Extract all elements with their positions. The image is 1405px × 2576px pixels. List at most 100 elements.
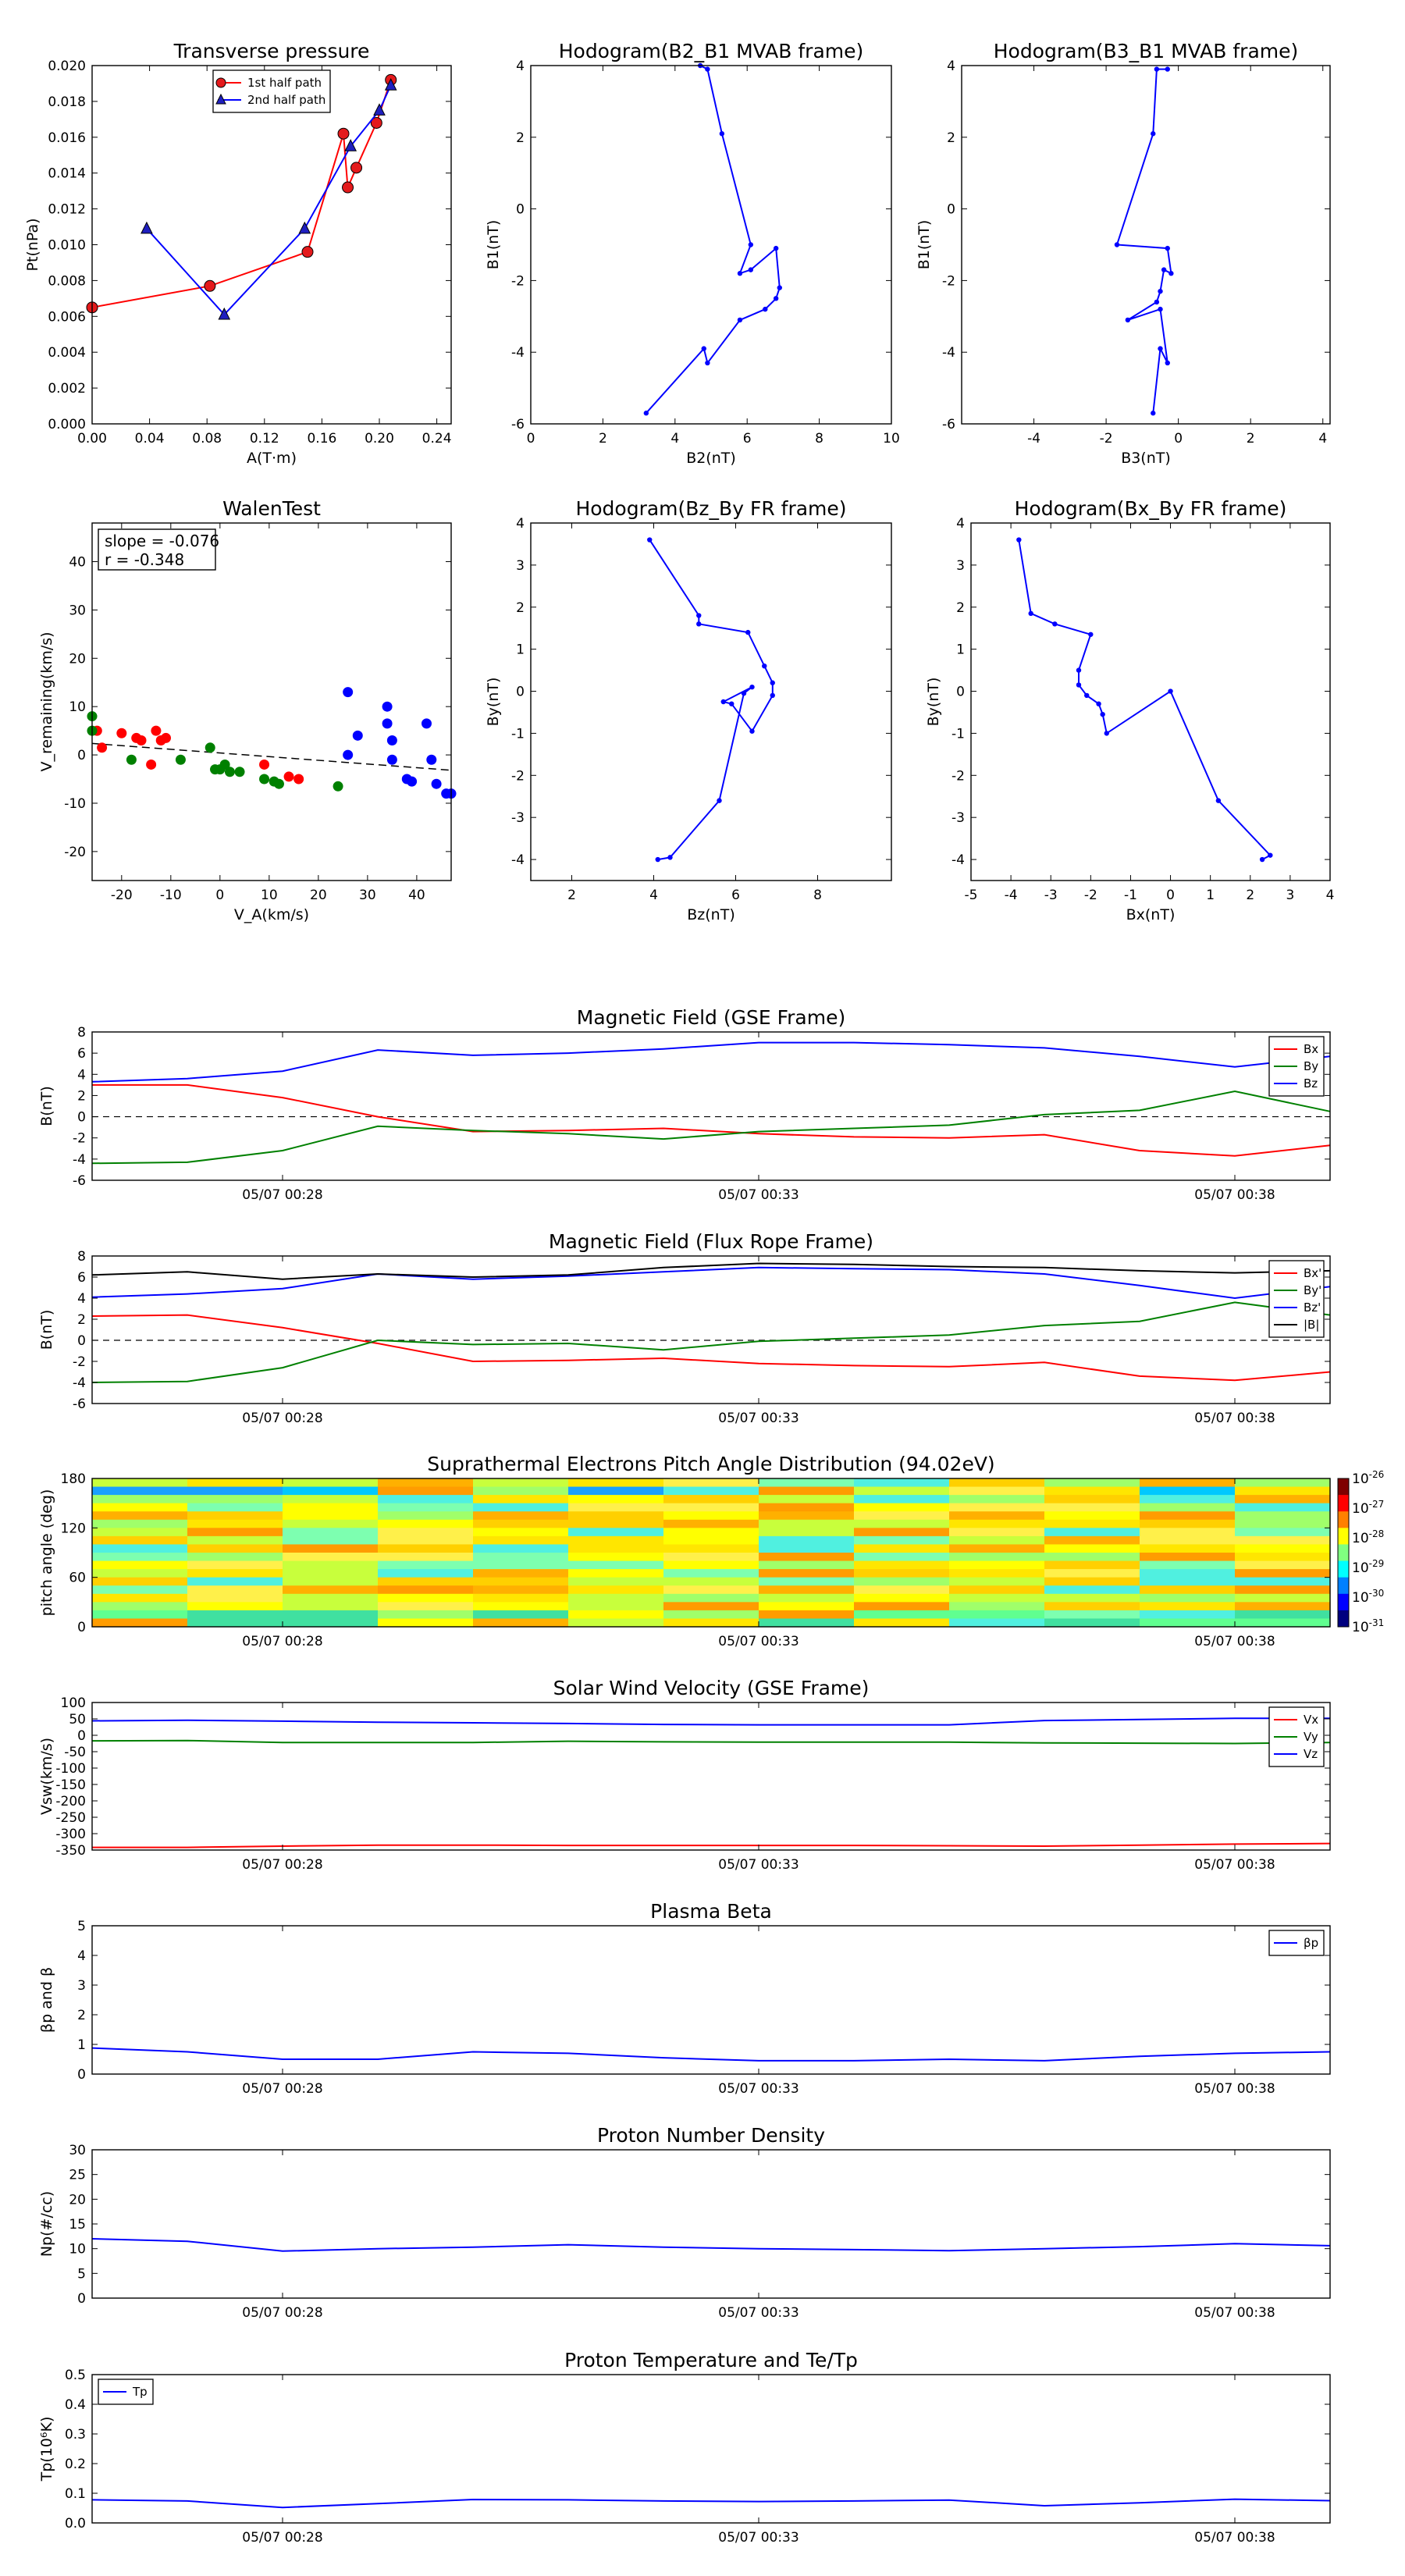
x-tick-label: 05/07 00:28 <box>242 1634 322 1649</box>
heat-cell <box>283 1569 379 1578</box>
heat-cell <box>187 1511 283 1521</box>
heat-cell <box>1044 1593 1140 1603</box>
x-tick-label: 4 <box>1318 431 1327 447</box>
y-tick-label: 30 <box>69 603 86 618</box>
y-tick-label: 5 <box>77 2266 86 2282</box>
heat-cell <box>949 1618 1045 1628</box>
series-line <box>92 1842 1331 1848</box>
data-point <box>293 774 304 785</box>
data-point <box>273 778 284 789</box>
y-tick-label: 4 <box>947 59 955 74</box>
data-point <box>373 103 386 116</box>
heat-cell <box>949 1553 1045 1562</box>
data-point <box>1016 537 1022 543</box>
heat-cell <box>854 1577 950 1586</box>
data-point <box>146 759 157 770</box>
heat-cell <box>663 1528 759 1537</box>
y-tick-label: 0.012 <box>48 202 86 218</box>
heat-cell <box>854 1519 950 1528</box>
heat-cell <box>473 1577 569 1586</box>
y-axis-label: B1(nT) <box>916 220 933 270</box>
series-|B| <box>91 1262 1331 1280</box>
heat-cell <box>854 1544 950 1553</box>
x-tick-label: 05/07 00:28 <box>242 2305 322 2321</box>
series-βp <box>91 2047 1331 2062</box>
series-line <box>91 2238 1331 2252</box>
heat-cell <box>568 1585 664 1595</box>
colorbar-base: 10 <box>1352 1501 1369 1517</box>
colorbar-base: 10 <box>1352 1531 1369 1546</box>
data-point <box>748 242 754 247</box>
y-tick-label: 0.002 <box>48 381 86 397</box>
data-point <box>386 735 397 746</box>
heat-cell <box>568 1486 664 1496</box>
plot-frame <box>91 522 452 881</box>
x-axis-label: B2(nT) <box>686 450 736 467</box>
y-tick-label: 0.5 <box>65 2368 86 2383</box>
series-Vz <box>91 1717 1330 1726</box>
y-tick-label: 4 <box>956 516 965 532</box>
data-point <box>1151 411 1156 416</box>
data-point <box>407 776 418 787</box>
heat-cell <box>187 1577 283 1586</box>
data-point <box>151 725 162 736</box>
heat-cell <box>759 1519 855 1528</box>
heat-cell <box>663 1503 759 1512</box>
x-tick-label: 05/07 00:38 <box>1194 1634 1275 1649</box>
plot-frame <box>91 1925 1331 2075</box>
heat-cell <box>1044 1519 1140 1528</box>
heat-cell <box>1140 1577 1236 1586</box>
legend-label: βp <box>1304 1936 1318 1950</box>
series-Bx' <box>91 1314 1331 1382</box>
colorbar-label: 10-30 <box>1352 1588 1384 1606</box>
colorbar-base: 10 <box>1352 1560 1369 1576</box>
heat-cell <box>378 1528 474 1537</box>
heat-cell <box>1235 1577 1331 1586</box>
data-point <box>741 691 747 696</box>
data-point <box>1084 692 1090 699</box>
y-tick-label: 2 <box>77 1088 86 1104</box>
data-point <box>696 621 702 627</box>
y-tick-label: 0 <box>947 202 955 218</box>
heat-cell <box>949 1528 1045 1537</box>
y-tick-label: -2 <box>942 273 955 289</box>
y-tick-label: 8 <box>77 1025 86 1041</box>
heat-cell <box>759 1560 855 1570</box>
heat-cell <box>759 1618 855 1628</box>
data-point <box>337 127 350 140</box>
heat-cell <box>378 1478 474 1488</box>
x-axis-label: Bx(nT) <box>1126 906 1176 923</box>
y-tick-label: 0 <box>77 2067 86 2083</box>
heat-cell <box>283 1478 379 1488</box>
data-point <box>1158 306 1163 312</box>
heat-cell <box>1235 1593 1331 1603</box>
heat-cell <box>92 1544 188 1553</box>
heat-cell <box>1044 1503 1140 1512</box>
series-0 <box>1016 537 1273 863</box>
series-line <box>91 1314 1331 1382</box>
data-point <box>342 181 354 194</box>
heat-cell <box>187 1495 283 1504</box>
heat-cell <box>568 1610 664 1620</box>
colorbar-segment <box>1338 1560 1349 1578</box>
y-tick-label: 1 <box>516 642 525 658</box>
series-line <box>91 1266 1331 1300</box>
heat-cell <box>187 1553 283 1562</box>
heat-cell <box>92 1593 188 1603</box>
y-tick-label: -4 <box>73 1375 86 1391</box>
series-0 <box>91 725 304 785</box>
panel-bfr: Magnetic Field (Flux Rope Frame) 05/07 00… <box>38 1230 1331 1426</box>
legend-label: Vx <box>1304 1713 1318 1727</box>
y-tick-label: 8 <box>77 1249 86 1265</box>
colorbar-segment <box>1338 1610 1349 1628</box>
y-tick-label: -350 <box>55 1843 86 1859</box>
colorbar-segment <box>1338 1577 1349 1595</box>
series-Vx <box>92 1842 1331 1848</box>
y-tick-label: 0.000 <box>48 417 86 432</box>
heat-cell <box>1140 1486 1236 1496</box>
data-point <box>719 131 725 137</box>
x-tick-label: 2 <box>1247 431 1255 447</box>
colorbar-segment <box>1338 1544 1349 1562</box>
heat-cell <box>759 1602 855 1611</box>
figure-canvas: Transverse pressure0.00 0.04 0.08 0.12 0.16 0… <box>24 40 1384 2546</box>
